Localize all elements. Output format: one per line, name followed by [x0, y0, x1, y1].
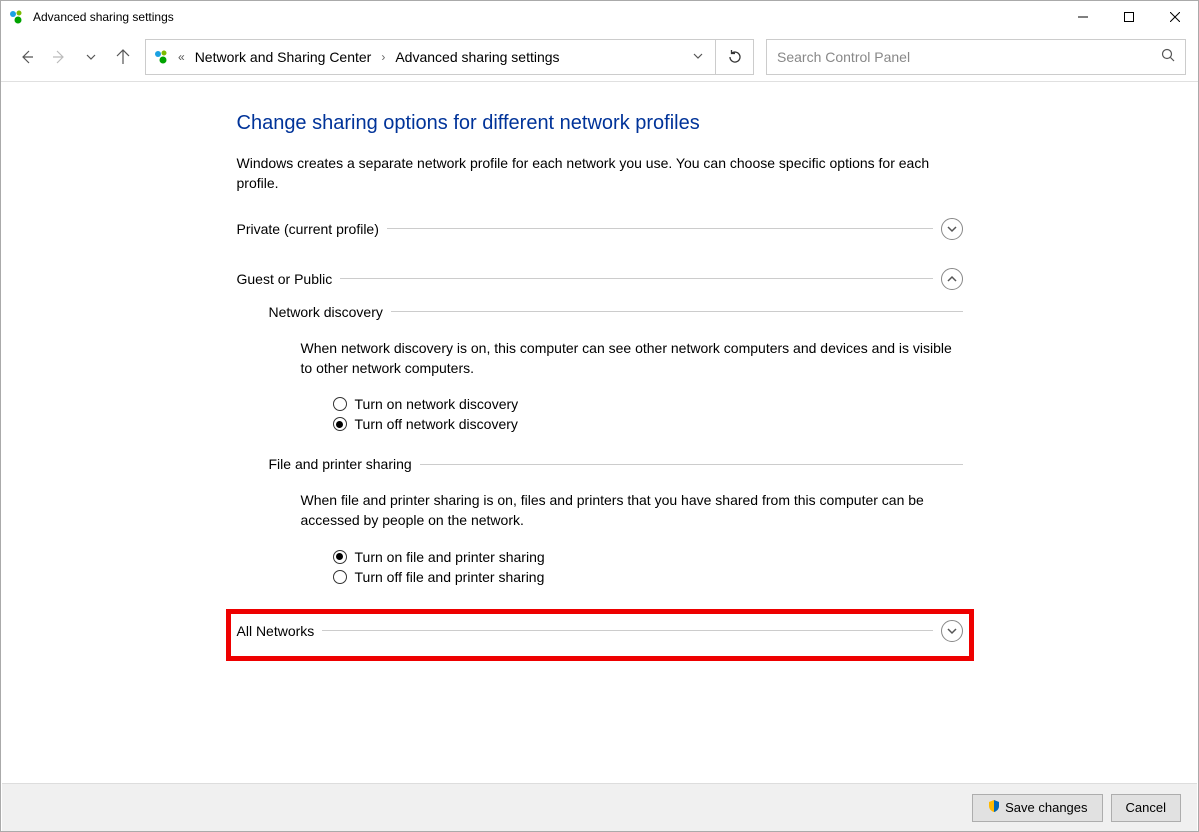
save-changes-label: Save changes [1005, 800, 1087, 815]
forward-button[interactable] [45, 43, 73, 71]
file-sharing-section: File and printer sharing When file and p… [269, 456, 963, 585]
save-changes-button[interactable]: Save changes [972, 794, 1102, 822]
network-discovery-description: When network discovery is on, this compu… [301, 338, 963, 379]
footer: Save changes Cancel [2, 783, 1197, 831]
breadcrumb-parent[interactable]: Network and Sharing Center [189, 45, 378, 69]
close-button[interactable] [1152, 1, 1198, 33]
divider [322, 630, 932, 631]
file-sharing-description: When file and printer sharing is on, fil… [301, 490, 963, 531]
divider [387, 228, 933, 229]
section-all-label: All Networks [237, 623, 323, 639]
divider [340, 278, 932, 279]
search-icon[interactable] [1161, 48, 1175, 67]
section-all-networks[interactable]: All Networks [237, 620, 963, 642]
file-sharing-heading: File and printer sharing [269, 456, 420, 472]
recent-locations-button[interactable] [77, 43, 105, 71]
navbar: « Network and Sharing Center › Advanced … [1, 33, 1198, 81]
back-button[interactable] [13, 43, 41, 71]
titlebar: Advanced sharing settings [1, 1, 1198, 33]
address-dropdown-icon[interactable] [685, 48, 711, 66]
network-discovery-section: Network discovery When network discovery… [269, 304, 963, 433]
radio-label: Turn off network discovery [355, 416, 518, 432]
address-bar[interactable]: « Network and Sharing Center › Advanced … [145, 39, 716, 75]
breadcrumb-icon [154, 49, 170, 65]
section-private-label: Private (current profile) [237, 221, 387, 237]
maximize-button[interactable] [1106, 1, 1152, 33]
radio-icon [333, 397, 347, 411]
radio-label: Turn on network discovery [355, 396, 519, 412]
divider [391, 311, 963, 312]
radio-label: Turn on file and printer sharing [355, 549, 545, 565]
radio-icon [333, 550, 347, 564]
divider [420, 464, 963, 465]
minimize-button[interactable] [1060, 1, 1106, 33]
radio-discovery-on[interactable]: Turn on network discovery [333, 396, 963, 412]
page-description: Windows creates a separate network profi… [237, 153, 963, 194]
search-box[interactable] [766, 39, 1186, 75]
window-controls [1060, 1, 1198, 33]
chevron-right-icon[interactable]: › [381, 50, 385, 64]
refresh-button[interactable] [716, 39, 754, 75]
page-title: Change sharing options for different net… [237, 112, 963, 135]
section-private[interactable]: Private (current profile) [237, 218, 963, 240]
radio-label: Turn off file and printer sharing [355, 569, 545, 585]
cancel-label: Cancel [1126, 800, 1166, 815]
radio-filesharing-off[interactable]: Turn off file and printer sharing [333, 569, 963, 585]
shield-icon [987, 799, 1001, 816]
breadcrumb-current[interactable]: Advanced sharing settings [389, 45, 565, 69]
radio-discovery-off[interactable]: Turn off network discovery [333, 416, 963, 432]
breadcrumb-overflow-icon[interactable]: « [178, 50, 185, 64]
up-button[interactable] [109, 43, 137, 71]
window-title: Advanced sharing settings [33, 10, 174, 24]
cancel-button[interactable]: Cancel [1111, 794, 1181, 822]
section-guest-label: Guest or Public [237, 271, 341, 287]
radio-filesharing-on[interactable]: Turn on file and printer sharing [333, 549, 963, 565]
refresh-icon [727, 49, 743, 65]
chevron-up-icon[interactable] [941, 268, 963, 290]
chevron-down-icon[interactable] [941, 218, 963, 240]
control-panel-icon [9, 9, 25, 25]
chevron-down-icon[interactable] [941, 620, 963, 642]
highlight-box: All Networks [226, 609, 974, 661]
content-area: Change sharing options for different net… [1, 82, 1198, 783]
section-guest[interactable]: Guest or Public [237, 268, 963, 290]
network-discovery-heading: Network discovery [269, 304, 391, 320]
search-input[interactable] [777, 49, 1161, 65]
radio-icon [333, 570, 347, 584]
radio-icon [333, 417, 347, 431]
